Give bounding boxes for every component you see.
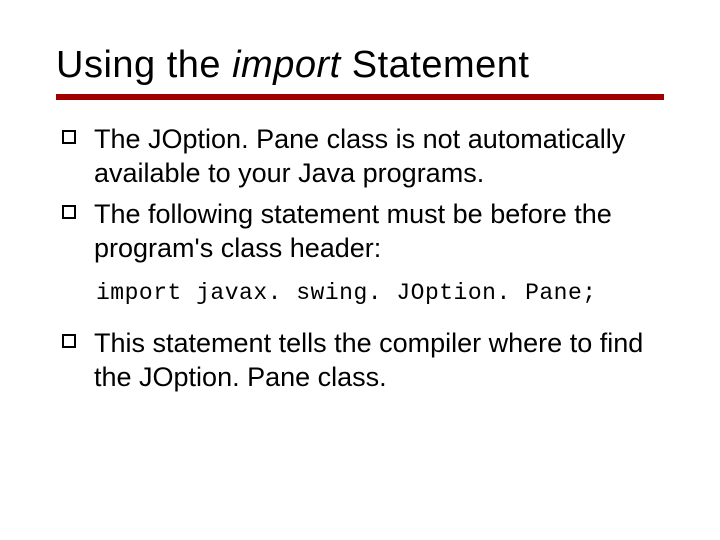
- bullet-item: The JOption. Pane class is not automatic…: [62, 122, 664, 191]
- slide-title: Using the import Statement: [56, 44, 664, 88]
- title-suffix: Statement: [341, 44, 530, 86]
- slide: Using the import Statement The JOption. …: [0, 0, 720, 540]
- bullet-item: This statement tells the compiler where …: [62, 326, 664, 395]
- slide-body: The JOption. Pane class is not automatic…: [62, 122, 664, 395]
- square-bullet-icon: [62, 205, 76, 219]
- square-bullet-icon: [62, 334, 76, 348]
- bullet-item: The following statement must be before t…: [62, 197, 664, 266]
- title-rule: [56, 94, 664, 100]
- bullet-text: This statement tells the compiler where …: [94, 326, 664, 395]
- bullet-text: The JOption. Pane class is not automatic…: [94, 122, 664, 191]
- code-line: import javax. swing. JOption. Pane;: [96, 280, 664, 306]
- title-italic: import: [232, 44, 341, 86]
- title-prefix: Using the: [56, 44, 232, 86]
- bullet-text: The following statement must be before t…: [94, 197, 664, 266]
- square-bullet-icon: [62, 130, 76, 144]
